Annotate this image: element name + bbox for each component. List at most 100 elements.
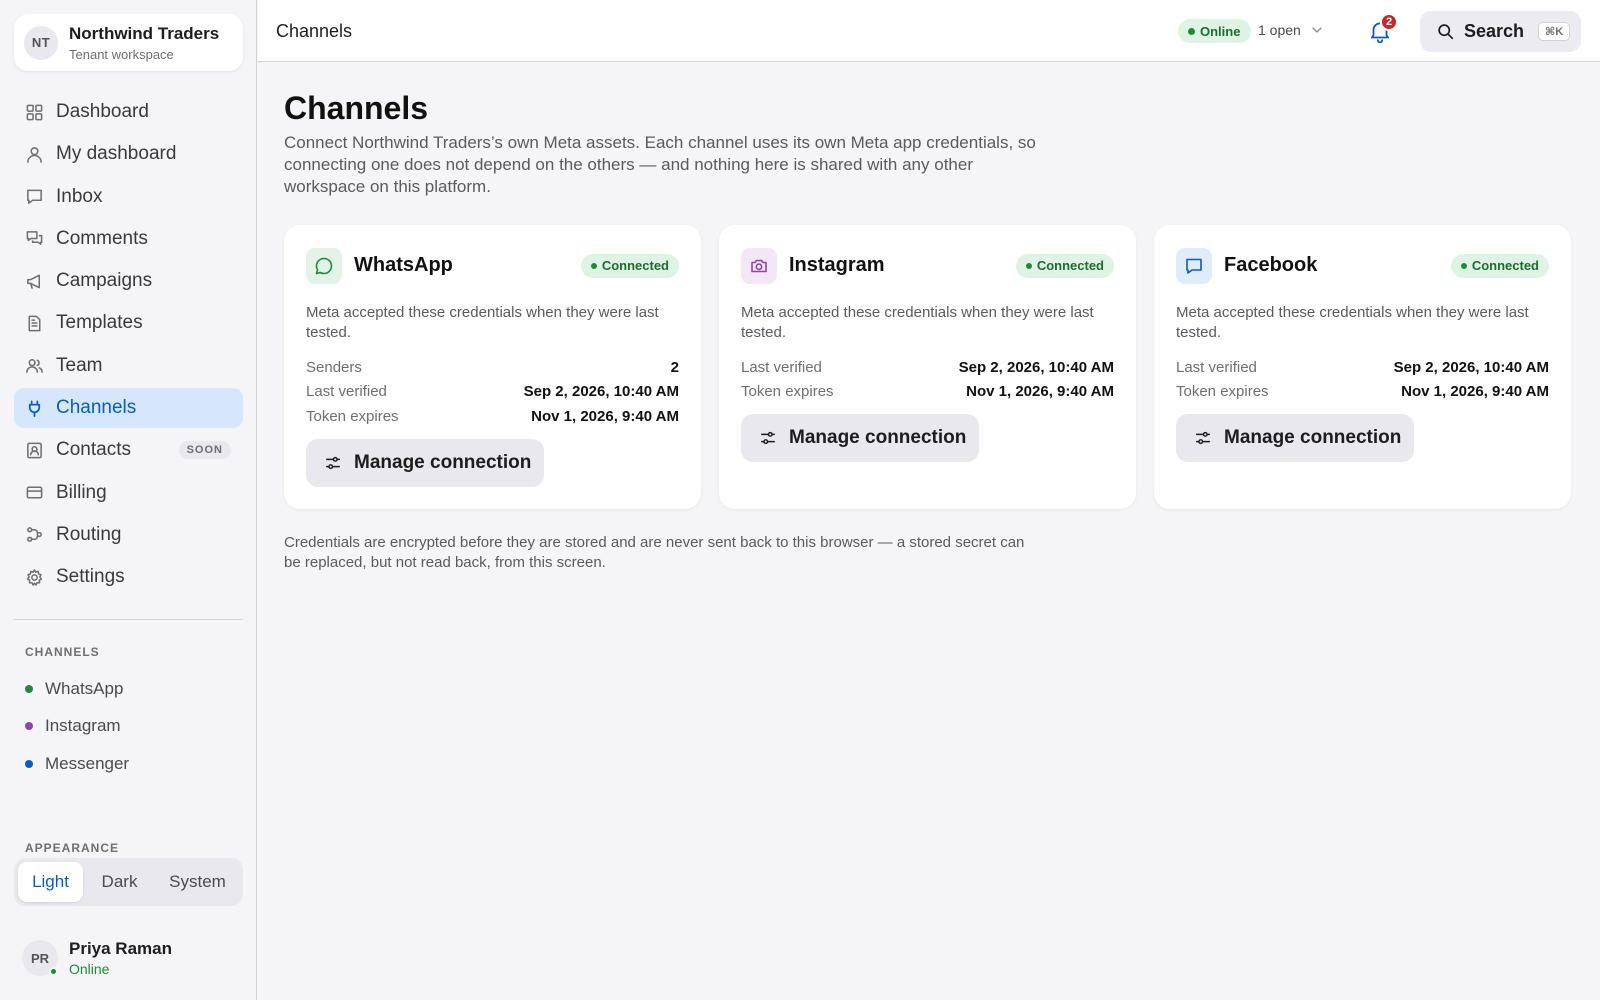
fact-row: Senders 2 [306, 355, 679, 380]
sidebar-item-label: Team [56, 354, 103, 376]
sidebar-item-inbox[interactable]: Inbox [14, 177, 243, 217]
channel-card-instagram: Instagram Connected Meta accepted these cr… [719, 225, 1136, 509]
sidebar-channel-list: WhatsApp Instagram Messenger [25, 670, 129, 783]
sidebar-item-label: Routing [56, 523, 122, 545]
workspace-name: Northwind Traders [69, 23, 220, 43]
online-dot [1188, 27, 1195, 35]
sidebar-item-comments[interactable]: Comments [14, 219, 243, 259]
channel-name: Instagram [789, 254, 885, 276]
fact-value: Nov 1, 2026, 9:40 AM [1401, 383, 1549, 401]
online-status-badge: Online [1178, 19, 1252, 43]
channel-card-whatsapp: WhatsApp Connected Meta accepted these cre… [284, 225, 701, 509]
fact-label: Token expires [741, 383, 834, 401]
page-description: Connect Northwind Traders’s own Meta ass… [284, 133, 1036, 196]
notification-count-badge: 2 [1380, 13, 1398, 31]
manage-connection-label: Manage connection [1224, 427, 1402, 448]
card-header: Instagram Connected [741, 247, 1114, 284]
document-icon [24, 313, 44, 333]
card-description: Meta accepted these credentials when the… [1176, 304, 1529, 341]
search-label: Search [1464, 21, 1525, 41]
sidebar-item-billing[interactable]: Billing [14, 473, 243, 513]
fact-value: Nov 1, 2026, 9:40 AM [531, 407, 679, 425]
sidebar-item-team[interactable]: Team [14, 346, 243, 386]
sidebar-channel-label: Messenger [45, 753, 130, 773]
manage-connection-label: Manage connection [354, 451, 532, 473]
fact-value: 2 [670, 358, 679, 376]
workspace-switcher[interactable]: NT Northwind Traders Tenant workspace [14, 14, 243, 71]
sidebar-item-label: Campaigns [56, 270, 153, 292]
appearance-option-system[interactable]: System [156, 862, 239, 902]
sidebar-item-my-dashboard[interactable]: My dashboard [14, 134, 243, 174]
user-profile[interactable]: PR Priya Raman Online [22, 939, 172, 977]
connection-facts: Last verified Sep 2, 2026, 10:40 AM Token … [741, 355, 1114, 404]
soon-badge: SOON [178, 441, 231, 460]
sidebar-item-settings[interactable]: Settings [14, 557, 243, 597]
fact-row: Token expires Nov 1, 2026, 9:40 AM [306, 404, 679, 429]
sidebar-item-contacts[interactable]: Contacts SOON [14, 430, 243, 470]
whatsapp-icon [306, 247, 342, 284]
sidebar-channel-instagram[interactable]: Instagram [25, 708, 129, 746]
channel-status-dot [25, 722, 33, 731]
card-description: Meta accepted these credentials when the… [306, 304, 659, 341]
topbar-title: Channels [276, 21, 353, 41]
sidebar-item-routing[interactable]: Routing [14, 515, 243, 555]
sidebar-item-templates[interactable]: Templates [14, 303, 243, 343]
status-dot [590, 262, 597, 269]
card-icon [24, 483, 44, 503]
sidebar-item-label: Templates [56, 312, 143, 334]
sidebar-item-label: Settings [56, 566, 125, 588]
fact-row: Last verified Sep 2, 2026, 10:40 AM [306, 380, 679, 405]
user-status: Online [69, 961, 110, 977]
fact-row: Token expires Nov 1, 2026, 9:40 AM [1176, 380, 1549, 405]
appearance-option-light[interactable]: Light [18, 862, 83, 902]
status-label: Connected [1036, 258, 1104, 273]
manage-connection-button[interactable]: Manage connection [1176, 414, 1414, 462]
fact-value: Nov 1, 2026, 9:40 AM [966, 383, 1114, 401]
user-initials: PR [30, 950, 50, 966]
sidebar-item-channels[interactable]: Channels [14, 388, 243, 429]
contacts-icon [24, 440, 44, 460]
open-conversations-dropdown[interactable]: 1 open [1258, 22, 1323, 38]
status-dot [1460, 262, 1467, 269]
grid-icon [24, 102, 44, 122]
channel-status-dot [25, 759, 33, 768]
fact-value: Sep 2, 2026, 10:40 AM [1393, 358, 1549, 376]
status-badge: Connected [580, 253, 679, 278]
online-status-label: Online [1200, 23, 1241, 39]
channel-cards: WhatsApp Connected Meta accepted these cre… [284, 225, 1571, 509]
connection-facts: Last verified Sep 2, 2026, 10:40 AM Token … [1176, 355, 1549, 404]
sidebar-channel-messenger[interactable]: Messenger [25, 745, 129, 783]
channel-name: WhatsApp [354, 254, 453, 276]
status-dot [1025, 262, 1032, 269]
channels-heading: CHANNELS [25, 645, 100, 659]
manage-connection-button[interactable]: Manage connection [741, 414, 979, 462]
fact-label: Last verified [306, 383, 387, 401]
search-button[interactable]: Search ⌘K [1420, 11, 1581, 52]
plug-icon [24, 398, 44, 418]
status-badge: Connected [1450, 253, 1549, 278]
sidebar-channel-label: Instagram [45, 716, 121, 736]
workspace-avatar: NT [24, 25, 58, 60]
avatar: PR [22, 940, 58, 976]
sidebar-item-label: Contacts [56, 439, 131, 461]
sidebar-item-label: Comments [56, 227, 148, 249]
gear-icon [24, 567, 44, 587]
sidebar-item-dashboard[interactable]: Dashboard [14, 92, 243, 132]
sidebar-item-label: Channels [56, 397, 137, 419]
user-icon [24, 144, 44, 164]
routing-icon [24, 525, 44, 545]
camera-icon [741, 247, 777, 284]
sidebar-channel-whatsapp[interactable]: WhatsApp [25, 670, 129, 708]
appearance-option-dark[interactable]: Dark [83, 862, 156, 902]
card-header: Facebook Connected [1176, 247, 1549, 284]
fact-label: Last verified [741, 358, 822, 376]
sidebar-item-label: Dashboard [56, 101, 149, 122]
team-icon [24, 356, 44, 376]
card-header: WhatsApp Connected [306, 247, 679, 284]
sidebar-item-campaigns[interactable]: Campaigns [14, 261, 243, 301]
sidebar-channel-label: WhatsApp [45, 678, 124, 698]
manage-connection-button[interactable]: Manage connection [306, 438, 544, 487]
sidebar: NT Northwind Traders Tenant workspace Da… [0, 0, 257, 1000]
fact-label: Last verified [1176, 358, 1257, 376]
appearance-heading: APPEARANCE [25, 841, 120, 855]
